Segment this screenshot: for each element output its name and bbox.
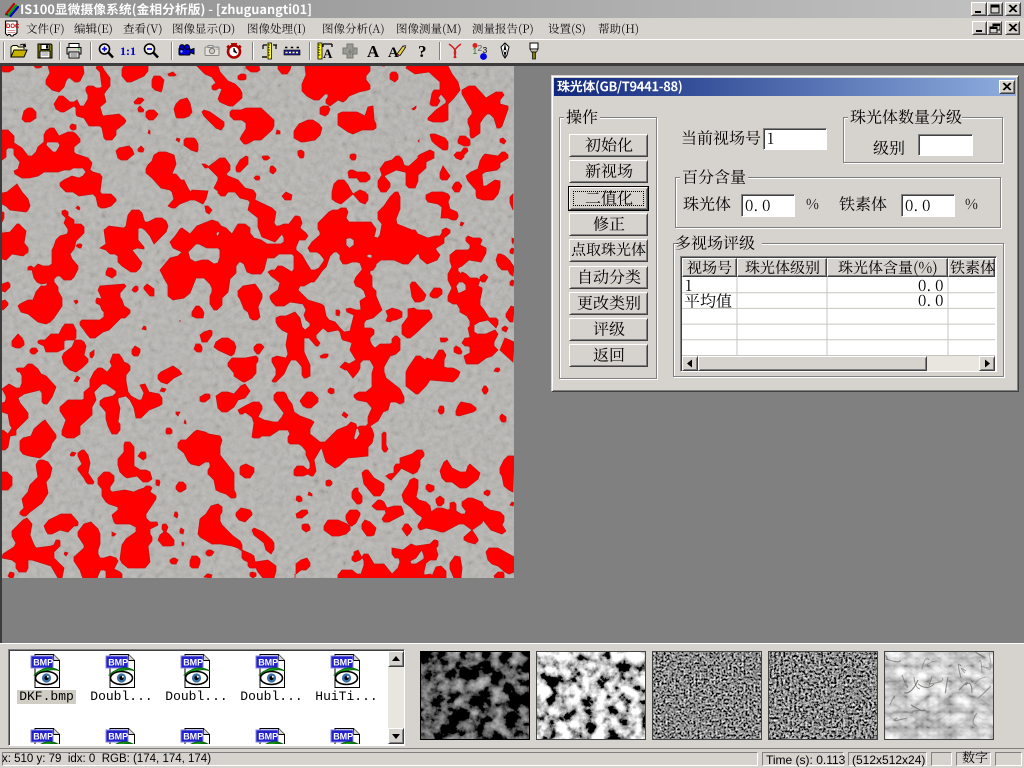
svg-text:BMP: BMP — [183, 731, 203, 741]
svg-text:A: A — [367, 42, 380, 61]
svg-text:1:1: 1:1 — [120, 44, 136, 58]
svg-text:BMP: BMP — [108, 731, 128, 741]
svg-text:BMP: BMP — [183, 657, 203, 667]
svg-text:A: A — [323, 46, 333, 61]
svg-text:DOC: DOC — [6, 24, 20, 30]
svg-text:?: ? — [418, 42, 427, 61]
svg-text:BMP: BMP — [258, 731, 278, 741]
svg-text:BMP: BMP — [333, 657, 353, 667]
svg-text:BMP: BMP — [258, 657, 278, 667]
svg-text:BMP: BMP — [33, 731, 53, 741]
svg-text:BMP: BMP — [108, 657, 128, 667]
svg-text:BMP: BMP — [33, 657, 53, 667]
svg-text:BMP: BMP — [333, 731, 353, 741]
